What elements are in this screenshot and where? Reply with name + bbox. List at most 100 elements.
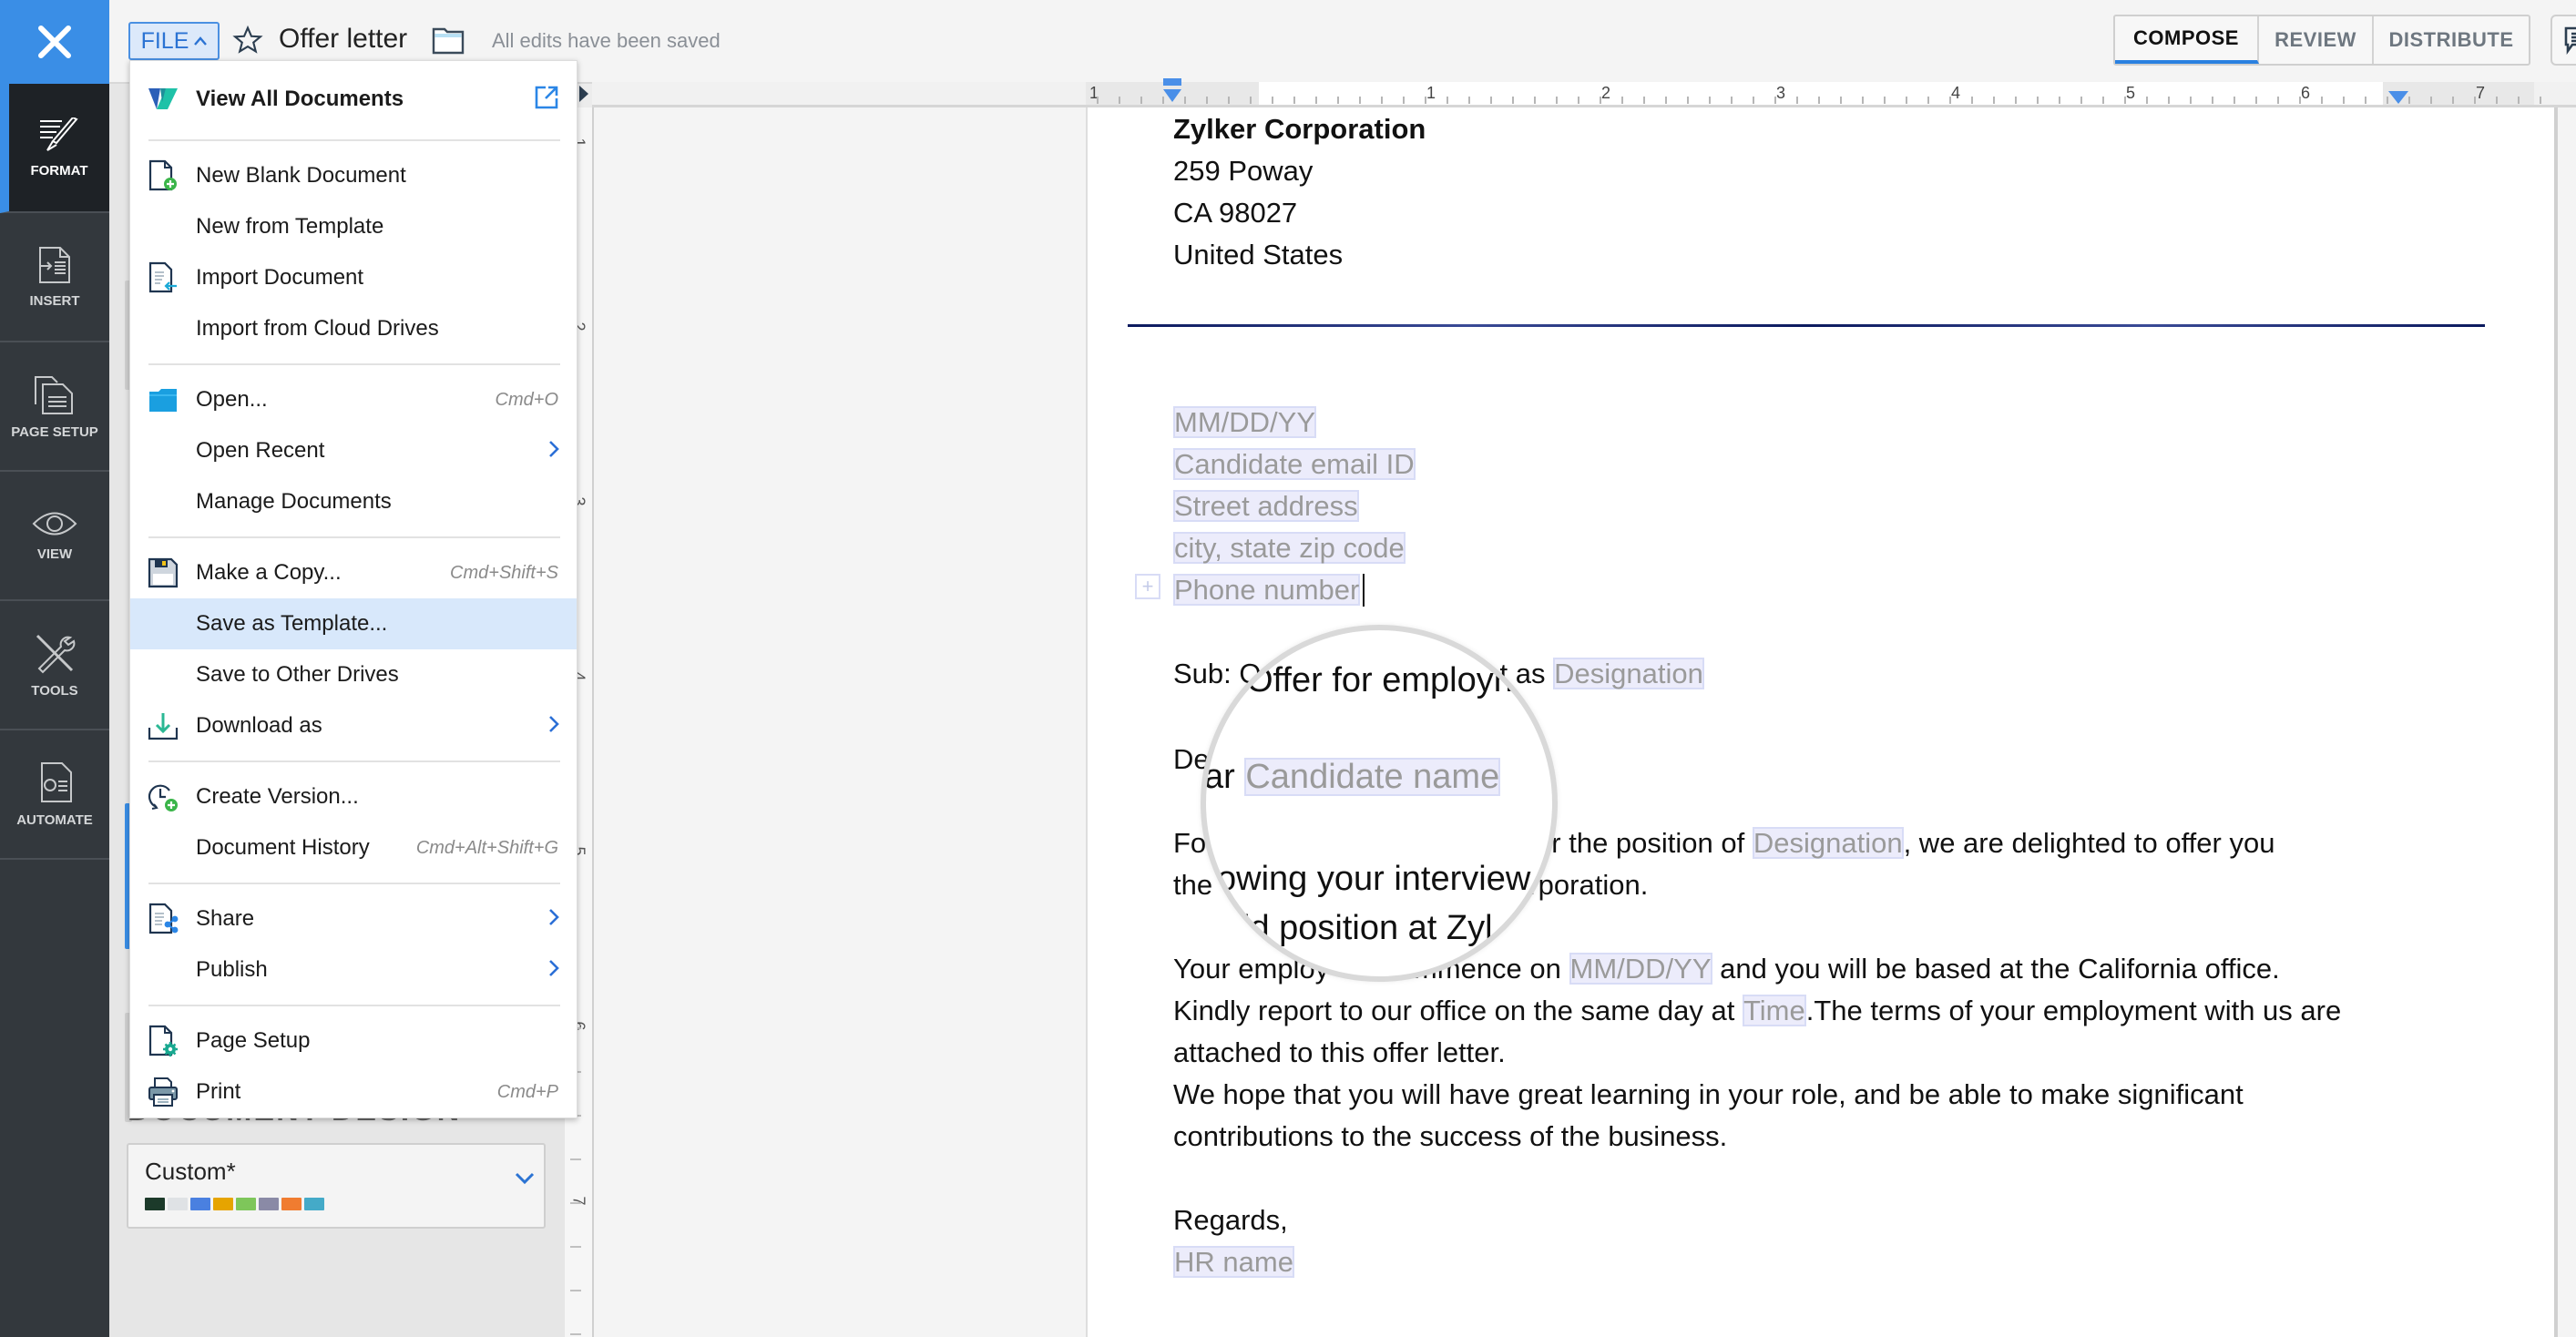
ruler-tick — [2190, 97, 2192, 104]
menu-item-open[interactable]: Open... Cmd+O — [130, 374, 577, 425]
create-version-icon — [147, 781, 179, 813]
menu-item-save-as-template[interactable]: Save as Template... — [130, 598, 577, 649]
paragraph-3-line-1[interactable]: Kindly report to our office on the same … — [1173, 995, 2341, 1027]
document-design-select[interactable]: Custom* — [127, 1143, 546, 1229]
tab-review[interactable]: REVIEW — [2259, 16, 2374, 64]
ruler-label: 2 — [1601, 84, 1611, 102]
designation-field[interactable]: Designation — [1752, 827, 1904, 859]
favorite-button[interactable] — [230, 22, 266, 58]
ruler-tick — [2059, 97, 2060, 104]
download-icon — [147, 709, 179, 742]
menu-separator — [148, 536, 560, 538]
email-field[interactable]: Candidate email ID — [1173, 448, 1416, 480]
company-name[interactable]: Zylker Corporation — [1173, 113, 1426, 146]
address-line-2[interactable]: CA 98027 — [1173, 197, 1297, 230]
vertical-scrollbar[interactable] — [2554, 107, 2558, 1337]
document-folder-button[interactable] — [432, 26, 465, 59]
menu-item-open-recent[interactable]: Open Recent — [130, 425, 577, 476]
paragraph-4-line-1[interactable]: We hope that you will have great learnin… — [1173, 1078, 2244, 1111]
menu-item-label: New Blank Document — [196, 163, 406, 188]
address-line-3[interactable]: United States — [1173, 239, 1343, 271]
paragraph-4-line-2[interactable]: contributions to the success of the busi… — [1173, 1120, 1727, 1153]
menu-item-import-document[interactable]: Import Document — [130, 252, 577, 303]
closing[interactable]: Regards, — [1173, 1204, 1288, 1237]
menu-item-new-blank-document[interactable]: New Blank Document — [130, 150, 577, 201]
menu-item-publish[interactable]: Publish — [130, 944, 577, 995]
menu-item-new-from-template[interactable]: New from Template — [130, 201, 577, 252]
nav-format[interactable]: FORMAT — [0, 84, 109, 213]
menu-item-label: Manage Documents — [196, 489, 392, 514]
menu-item-label: Import Document — [196, 265, 364, 290]
ruler-tick — [1403, 97, 1405, 104]
menu-item-label: Page Setup — [196, 1028, 311, 1053]
nav-insert[interactable]: INSERT — [0, 213, 109, 342]
menu-item-print[interactable]: Print Cmd+P — [130, 1067, 577, 1118]
color-swatch — [168, 1198, 188, 1210]
file-menu-button[interactable]: FILE — [128, 22, 220, 60]
address-line-1[interactable]: 259 Poway — [1173, 155, 1313, 188]
add-field-button[interactable]: + — [1135, 574, 1160, 599]
insert-document-icon — [39, 246, 70, 283]
menu-separator — [148, 1005, 560, 1006]
nav-automate[interactable]: AUTOMATE — [0, 730, 109, 860]
nav-tools-label: TOOLS — [31, 682, 78, 699]
nav-insert-label: INSERT — [29, 292, 80, 309]
ruler-tick — [1206, 97, 1208, 104]
date-field[interactable]: MM/DD/YY — [1173, 406, 1316, 438]
ruler-tick — [2299, 97, 2301, 104]
horizontal-ruler-page-area[interactable] — [1086, 82, 2534, 107]
menu-item-make-a-copy[interactable]: Make a Copy... Cmd+Shift+S — [130, 547, 577, 598]
menu-item-share[interactable]: Share — [130, 893, 577, 944]
comments-button[interactable] — [2550, 15, 2576, 66]
close-button[interactable] — [0, 0, 109, 84]
ruler-tick — [1468, 97, 1470, 104]
tab-distribute[interactable]: DISTRIBUTE — [2374, 16, 2529, 64]
paragraph-3-line-2[interactable]: attached to this offer letter. — [1173, 1036, 1506, 1069]
ruler-tick — [1862, 97, 1864, 104]
tab-compose[interactable]: COMPOSE — [2115, 16, 2259, 64]
share-icon — [147, 903, 179, 935]
menu-item-label: Publish — [196, 957, 268, 982]
vertical-ruler-tick — [570, 1333, 581, 1335]
menu-item-label: Make a Copy... — [196, 560, 342, 585]
time-field[interactable]: Time — [1742, 995, 1806, 1026]
nav-view[interactable]: VIEW — [0, 472, 109, 601]
phone-number-field[interactable]: Phone number — [1173, 574, 1361, 606]
close-icon — [38, 26, 71, 58]
menu-item-import-from-cloud-drives[interactable]: Import from Cloud Drives — [130, 303, 577, 354]
menu-item-page-setup[interactable]: Page Setup — [130, 1016, 577, 1067]
designation-field[interactable]: Designation — [1553, 658, 1704, 689]
ruler-tick — [2102, 97, 2104, 104]
comment-icon — [2564, 26, 2576, 55]
menu-item-manage-documents[interactable]: Manage Documents — [130, 476, 577, 527]
nav-tools[interactable]: TOOLS — [0, 601, 109, 730]
page-setup-icon — [35, 375, 73, 414]
menu-item-download-as[interactable]: Download as — [130, 700, 577, 751]
ruler-tick — [1621, 97, 1623, 104]
ruler-tick — [1971, 97, 1973, 104]
start-date-field[interactable]: MM/DD/YY — [1569, 953, 1712, 985]
para1-line2-prefix: the — [1173, 869, 1213, 901]
ruler-tick — [1600, 97, 1601, 104]
document-title[interactable]: Offer letter — [279, 24, 407, 55]
ruler-tick — [2124, 97, 2126, 104]
city-state-zip-field[interactable]: city, state zip code — [1173, 532, 1406, 564]
first-line-indent-marker[interactable] — [1160, 78, 1184, 107]
ruler-tick — [2168, 97, 2170, 104]
external-link-icon[interactable] — [533, 84, 560, 116]
menu-item-view-all-documents[interactable]: View All Documents — [130, 74, 577, 125]
right-indent-marker[interactable] — [2387, 89, 2410, 106]
menu-item-create-version[interactable]: Create Version... — [130, 771, 577, 822]
menu-item-label: Open... — [196, 387, 268, 412]
menu-item-document-history[interactable]: Document History Cmd+Alt+Shift+G — [130, 822, 577, 873]
vertical-ruler-label: 7 — [569, 1196, 588, 1206]
menu-item-save-to-other-drives[interactable]: Save to Other Drives — [130, 649, 577, 700]
menu-separator — [148, 363, 560, 365]
street-address-field[interactable]: Street address — [1173, 490, 1359, 522]
ruler-toggle-arrow[interactable] — [579, 86, 588, 102]
chevron-right-icon — [547, 907, 560, 932]
nav-page-setup[interactable]: PAGE SETUP — [0, 342, 109, 472]
menu-item-label: Import from Cloud Drives — [196, 316, 439, 341]
candidate-name-field[interactable]: Candidate name — [1244, 758, 1501, 796]
hr-name-field[interactable]: HR name — [1173, 1246, 1294, 1278]
